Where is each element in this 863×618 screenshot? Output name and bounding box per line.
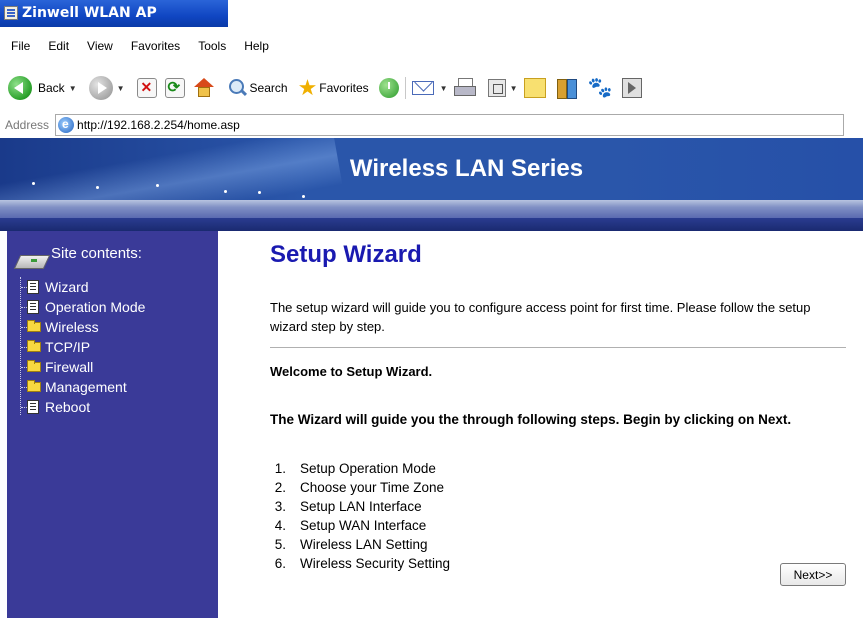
back-arrow-icon (8, 76, 32, 100)
folder-icon (27, 320, 41, 332)
step-number: 4. (274, 518, 286, 533)
sidebar-item-label: Firewall (45, 359, 94, 375)
search-button[interactable]: Search (227, 78, 288, 98)
step-label: Setup LAN Interface (300, 499, 422, 514)
step-number: 6. (274, 556, 286, 571)
print-icon[interactable] (453, 78, 476, 98)
browser-toolbar: Back ▼ ▼ Search ★ Favorites ▼ ▼ 🐾 (0, 72, 863, 104)
folder-icon (27, 360, 41, 372)
chevron-down-icon[interactable]: ▼ (440, 84, 448, 93)
page-icon (27, 400, 39, 414)
back-button[interactable]: Back ▼ (0, 76, 83, 100)
step-number: 3. (274, 499, 286, 514)
menu-view[interactable]: View (78, 39, 122, 53)
site-tree: Wizard Operation Mode Wireless TCP/IP Fi… (17, 277, 145, 417)
edit-icon[interactable] (487, 79, 506, 97)
window-titlebar: Zinwell WLAN AP Webserver (0, 0, 228, 48)
mail-icon[interactable] (411, 79, 436, 97)
favorites-button[interactable]: ★ Favorites (297, 75, 369, 100)
page-icon (27, 280, 39, 294)
folder-icon (27, 380, 41, 392)
menu-bar: File Edit View Favorites Tools Help (0, 36, 420, 56)
list-item: 1. Setup Operation Mode (270, 459, 450, 478)
list-item: 4. Setup WAN Interface (270, 516, 450, 535)
sidebar-item-management[interactable]: Management (17, 377, 145, 397)
sidebar-title: Site contents: (51, 244, 142, 262)
chevron-down-icon[interactable]: ▼ (69, 84, 77, 93)
step-label: Setup WAN Interface (300, 518, 427, 533)
page-title: Setup Wizard (270, 241, 422, 268)
search-icon (227, 78, 247, 98)
address-bar: Address http://192.168.2.254/home.asp (0, 113, 863, 137)
header-banner: Wireless LAN Series (0, 138, 863, 200)
step-label: Setup Operation Mode (300, 461, 436, 476)
list-item: 5. Wireless LAN Setting (270, 535, 450, 554)
history-icon[interactable] (378, 78, 399, 98)
sidebar-item-operation-mode[interactable]: Operation Mode (17, 297, 145, 317)
sidebar: Site contents: Wizard Operation Mode Wir… (7, 231, 218, 618)
step-label: Wireless Security Setting (300, 556, 451, 571)
step-number: 1. (274, 461, 286, 476)
sidebar-item-tcpip[interactable]: TCP/IP (17, 337, 145, 357)
header-band-light (0, 200, 863, 218)
sidebar-item-label: Operation Mode (45, 299, 146, 315)
list-item: 6. Wireless Security Setting (270, 554, 450, 573)
sidebar-item-label: Management (45, 379, 127, 395)
favorites-label: Favorites (319, 81, 369, 95)
ie-page-icon (58, 117, 75, 133)
main-content: Setup Wizard The setup wizard will guide… (218, 231, 863, 618)
sidebar-item-label: TCP/IP (45, 339, 91, 355)
sidebar-item-label: Wizard (45, 279, 89, 295)
app-icon (4, 6, 18, 20)
research-icon[interactable] (556, 78, 578, 99)
step-label: Wireless LAN Setting (300, 537, 428, 552)
sidebar-item-label: Wireless (45, 319, 99, 335)
star-icon: ★ (297, 75, 318, 100)
forward-arrow-icon (88, 76, 113, 100)
paw-icon[interactable]: 🐾 (588, 78, 613, 98)
home-icon[interactable] (193, 78, 215, 98)
menu-tools[interactable]: Tools (189, 39, 235, 53)
chevron-down-icon[interactable]: ▼ (510, 84, 518, 93)
back-label: Back (38, 81, 65, 95)
steps-list: 1. Setup Operation Mode 2. Choose your Tim… (270, 459, 450, 573)
stop-icon[interactable] (136, 78, 157, 98)
page-icon (27, 300, 39, 314)
forward-button[interactable]: ▼ (88, 76, 131, 100)
folder-icon (27, 340, 41, 352)
sidebar-item-firewall[interactable]: Firewall (17, 357, 145, 377)
chevron-down-icon[interactable]: ▼ (117, 84, 125, 93)
step-number: 5. (274, 537, 286, 552)
address-url: http://192.168.2.254/home.asp (77, 118, 240, 132)
intro-text: The setup wizard will guide you to confi… (270, 300, 811, 334)
banner-title: Wireless LAN Series (349, 155, 584, 182)
notes-icon[interactable] (523, 78, 546, 98)
guide-text: The Wizard will guide you the through fo… (270, 412, 792, 427)
step-number: 2. (274, 480, 286, 495)
messenger-icon[interactable] (622, 78, 643, 98)
sidebar-item-wireless[interactable]: Wireless (17, 317, 145, 337)
menu-help[interactable]: Help (235, 39, 278, 53)
drive-icon (17, 253, 49, 271)
search-label: Search (249, 81, 288, 95)
address-input[interactable]: http://192.168.2.254/home.asp (55, 114, 845, 136)
address-label: Address (5, 118, 50, 132)
sidebar-item-reboot[interactable]: Reboot (17, 397, 145, 417)
sidebar-item-wizard[interactable]: Wizard (17, 277, 145, 297)
next-button[interactable]: Next>> (780, 563, 846, 586)
divider (270, 347, 846, 348)
menu-file[interactable]: File (0, 39, 39, 53)
list-item: 2. Choose your Time Zone (270, 478, 450, 497)
menu-favorites[interactable]: Favorites (122, 39, 189, 53)
toolbar-divider (404, 77, 406, 99)
sidebar-item-label: Reboot (45, 399, 91, 415)
refresh-icon[interactable] (164, 78, 185, 98)
header-band-dark (0, 218, 863, 231)
welcome-heading: Welcome to Setup Wizard. (270, 364, 433, 379)
site-contents-header: Site contents: (17, 243, 142, 271)
step-label: Choose your Time Zone (300, 480, 445, 495)
list-item: 3. Setup LAN Interface (270, 497, 450, 516)
menu-edit[interactable]: Edit (39, 39, 78, 53)
